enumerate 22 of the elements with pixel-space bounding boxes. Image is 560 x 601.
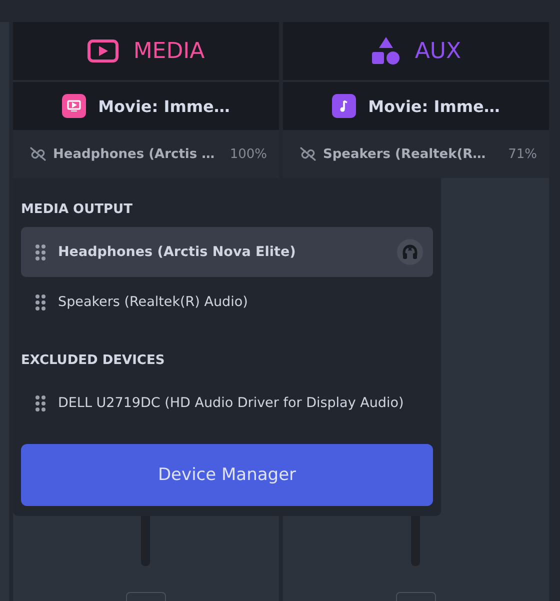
music-note-icon <box>332 94 356 118</box>
app-name[interactable]: Movie: Imme… <box>98 96 230 116</box>
device-item[interactable]: Headphones (Arctis Nova Elite) <box>21 227 433 277</box>
device-item[interactable]: DELL U2719DC (HD Audio Driver for Display Audio) <box>21 378 433 428</box>
unlink-icon <box>29 146 47 162</box>
column-title: MEDIA <box>133 38 205 64</box>
app-name[interactable]: Movie: Imme… <box>368 96 500 116</box>
unlink-icon <box>299 146 317 162</box>
volume-percent: 100% <box>230 146 267 162</box>
device-name[interactable]: Speakers (Realtek(R… <box>323 146 502 162</box>
device-item[interactable]: Speakers (Realtek(R) Audio) <box>21 277 433 327</box>
device-manager-button[interactable]: Device Manager <box>21 444 433 506</box>
drag-handle-icon[interactable] <box>35 294 46 310</box>
headphones-icon[interactable] <box>397 239 423 265</box>
drag-handle-icon[interactable] <box>35 394 46 412</box>
monitor-icon <box>62 94 86 118</box>
section-heading: MEDIA OUTPUT <box>21 202 134 217</box>
device-name[interactable]: Headphones (Arctis … <box>53 146 224 162</box>
column-title: AUX <box>414 38 462 64</box>
drag-handle-icon[interactable] <box>35 244 46 260</box>
section-heading: EXCLUDED DEVICES <box>21 353 166 368</box>
volume-percent: 71% <box>508 146 537 162</box>
